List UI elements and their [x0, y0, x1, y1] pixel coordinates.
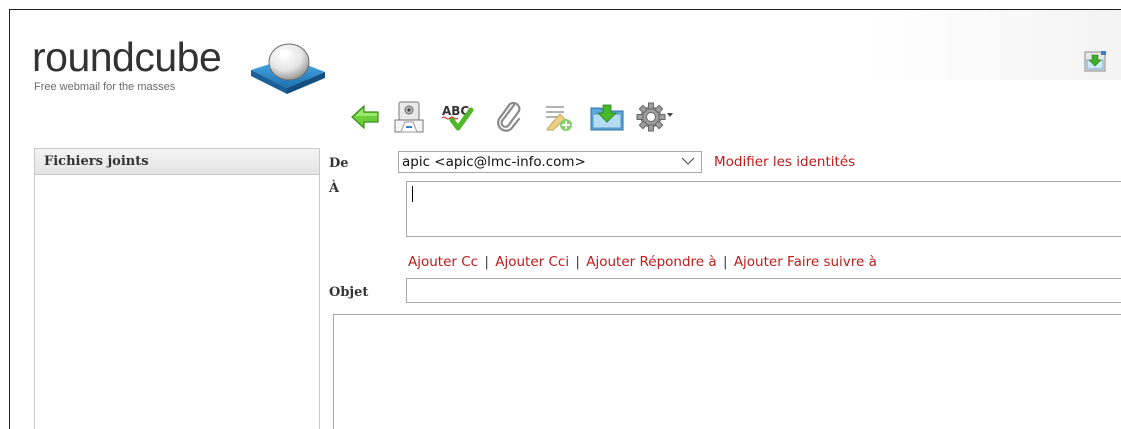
attachments-title: Fichiers joints	[35, 149, 319, 175]
send-icon	[394, 101, 424, 133]
separator: |	[722, 254, 728, 270]
to-label: À	[329, 181, 340, 196]
spellcheck-icon: ABC	[441, 104, 474, 131]
insert-signature-button[interactable]	[539, 97, 579, 137]
attach-button[interactable]	[489, 97, 529, 137]
separator: |	[575, 254, 580, 270]
save-button[interactable]	[587, 97, 627, 137]
add-bcc-link[interactable]: Ajouter Cci	[495, 254, 569, 270]
text-caret	[412, 186, 413, 202]
add-followup-to-link[interactable]: Ajouter Faire suivre à	[734, 254, 877, 270]
message-body-editor[interactable]	[333, 314, 1121, 429]
save-icon	[590, 104, 624, 131]
add-reply-to-link[interactable]: Ajouter Répondre à	[586, 254, 716, 270]
add-recipient-links: Ajouter Cc | Ajouter Cci | Ajouter Répon…	[408, 254, 877, 270]
from-select[interactable]: apic <apic@lmc-info.com>	[398, 151, 702, 173]
add-cc-link[interactable]: Ajouter Cc	[408, 254, 478, 270]
gear-icon	[636, 102, 673, 132]
send-button[interactable]	[389, 97, 429, 137]
chevron-down-icon	[681, 157, 695, 165]
modify-identities-link[interactable]: Modifier les identités	[714, 154, 855, 170]
logo-cube-icon	[251, 43, 325, 94]
subject-label: Objet	[329, 285, 369, 300]
roundcube-logo: roundcube Free webmail for the masses	[32, 32, 332, 112]
from-label: De	[329, 156, 349, 171]
back-button[interactable]	[345, 97, 385, 137]
paperclip-icon	[497, 101, 521, 132]
options-button[interactable]	[635, 97, 675, 137]
subject-input[interactable]	[406, 278, 1121, 303]
attachments-panel: Fichiers joints	[34, 148, 320, 429]
download-icon[interactable]	[1084, 50, 1108, 74]
back-arrow-icon	[351, 104, 379, 130]
app-window: roundcube Free webmail for the masses AB…	[9, 9, 1121, 429]
to-field[interactable]	[406, 181, 1121, 237]
spellcheck-button[interactable]: ABC	[437, 97, 477, 137]
from-value: apic <apic@lmc-info.com>	[402, 154, 586, 170]
logo-wordmark: roundcube	[32, 34, 222, 80]
separator: |	[484, 254, 489, 270]
compose-form: De apic <apic@lmc-info.com> Modifier les…	[328, 148, 1121, 429]
logo-tagline: Free webmail for the masses	[34, 81, 176, 93]
signature-icon	[546, 106, 572, 131]
